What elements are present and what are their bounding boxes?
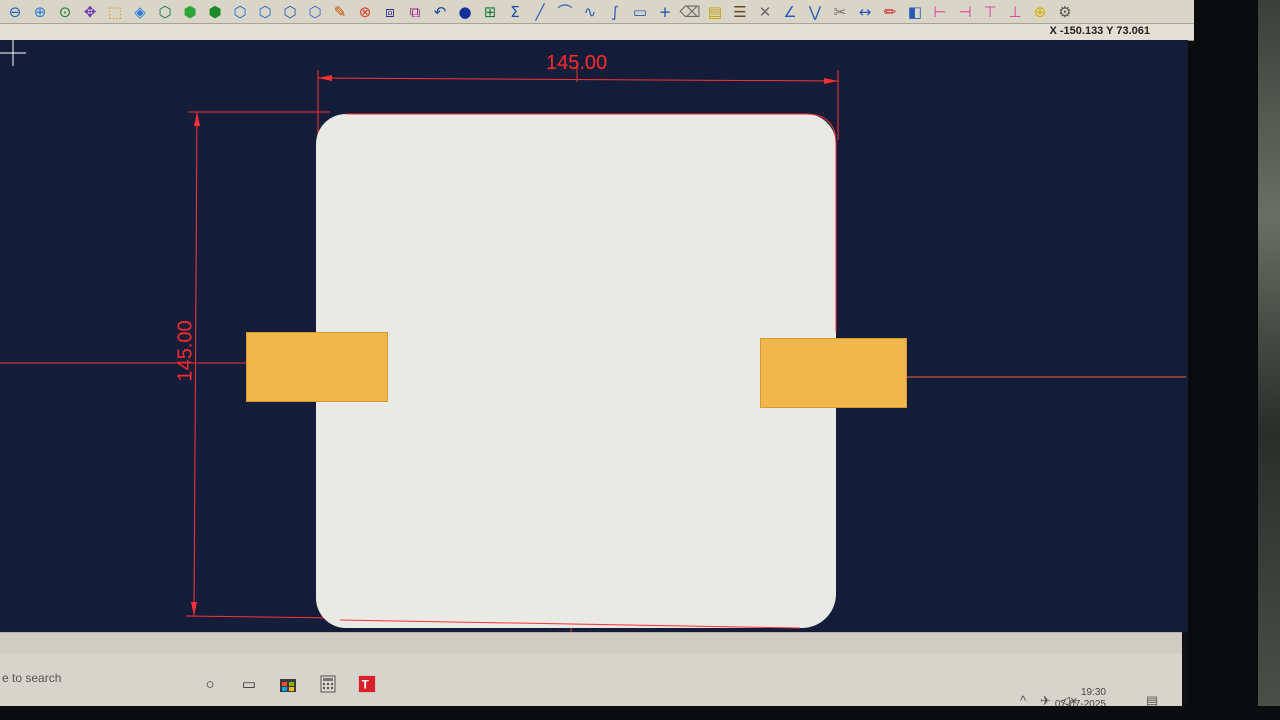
chevron-icon[interactable]: ⋁ [804,2,826,22]
pen-icon[interactable]: ✏ [879,2,901,22]
zoom-in-icon[interactable]: ⊕ [29,2,51,22]
pan-icon[interactable]: ✥ [79,2,101,22]
dimension-2-icon[interactable]: ⊣ [954,2,976,22]
angle-icon[interactable]: ∠ [779,2,801,22]
box-icon[interactable]: ▤ [704,2,726,22]
sheet-plate[interactable] [316,114,836,628]
snap-icon[interactable]: ⊗ [354,2,376,22]
cad-toolbar: ⊖ ⊕ ⊙ ✥ ⬚ ◈ ⬡ ⬢ ⬢ ⬡ ⬡ ⬡ ⬡ ✎ ⊗ ⧈ ⧉ ↶ ● ⊞ Σ ╱ ⌒ ∿ ∫ ▭ + ⌫ ▤ ☰ ✕ ∠ ⋁ ✂ ↔ ✏ ◧ ⊢ ⊣ ⊤… [0,0,1194,24]
zoom-window-icon[interactable]: ⊙ [54,2,76,22]
tab-right[interactable] [760,338,907,408]
status-strip: X -150.133 Y 73.061 [0,24,1194,41]
fill-icon[interactable]: ◧ [904,2,926,22]
height-dimension-label: 145.00 [174,320,197,382]
mirror-icon[interactable]: ⧉ [404,2,426,22]
width-dimension-label: 145.00 [546,52,608,74]
tab-left[interactable] [246,332,388,402]
arc-icon[interactable]: ⌒ [554,2,576,22]
measure-icon[interactable]: ✎ [329,2,351,22]
dimension-icon[interactable]: ⊢ [929,2,951,22]
erase-icon[interactable]: ⌫ [679,2,701,22]
cube-front-icon[interactable]: ⬡ [279,2,301,22]
dimension-3-icon[interactable]: ⊤ [979,2,1001,22]
cube-top-icon[interactable]: ⬡ [254,2,276,22]
sphere-icon[interactable]: ● [454,2,476,22]
drawing-canvas[interactable]: 145.00 145.00 [0,40,1188,632]
layers-icon[interactable]: ☰ [729,2,751,22]
monitor-bezel [1188,0,1258,720]
windows-taskbar: e to search ○ ▭ T ^ ✈ ◁× 19:30 07-07-202… [0,632,1182,710]
dimension-4-icon[interactable]: ⊥ [1004,2,1026,22]
plus-icon[interactable]: + [654,2,676,22]
spline-icon[interactable]: ∫ [604,2,626,22]
store-icon[interactable] [279,675,297,693]
undo-icon[interactable]: ↶ [429,2,451,22]
tray-time: 19:30 [1080,687,1106,698]
taskbar-reflection [0,633,1182,653]
task-view-icon[interactable]: ▭ [240,675,258,693]
rectangle-icon[interactable]: ▭ [629,2,651,22]
arrow-up-icon [194,112,200,126]
monitor-bottom-bezel [0,706,1280,720]
sum-icon[interactable]: Σ [504,2,526,22]
dim-line-horizontal [317,77,839,82]
taskbar-search[interactable]: e to search [2,671,61,685]
align-icon[interactable]: ⧈ [379,2,401,22]
dim-ext-bottom [185,615,341,619]
crosshair-icon[interactable]: ⊕ [1029,2,1051,22]
line-icon[interactable]: ╱ [529,2,551,22]
svg-text:T: T [362,679,370,692]
cube-blue-icon[interactable]: ⬡ [229,2,251,22]
trim-icon[interactable]: ✂ [829,2,851,22]
cross-icon[interactable]: ✕ [754,2,776,22]
cube-green-icon[interactable]: ⬢ [179,2,201,22]
grid-icon[interactable]: ⊞ [479,2,501,22]
cortana-icon[interactable]: ○ [201,675,219,693]
crosshair-cursor-icon [0,40,26,66]
zoom-out-icon[interactable]: ⊖ [4,2,26,22]
select-icon[interactable]: ⬚ [104,2,126,22]
arrow-right-icon [824,78,838,84]
extend-icon[interactable]: ↔ [854,2,876,22]
cube-wire-icon[interactable]: ⬡ [154,2,176,22]
arrow-down-icon [191,602,197,616]
3d-view-icon[interactable]: ◈ [129,2,151,22]
curve-icon[interactable]: ∿ [579,2,601,22]
calculator-icon[interactable] [319,675,337,693]
cube-solid-icon[interactable]: ⬢ [204,2,226,22]
cube-iso-icon[interactable]: ⬡ [304,2,326,22]
cad-app-icon[interactable]: T [358,675,376,693]
settings-icon[interactable]: ⚙ [1054,2,1076,22]
arrow-left-icon [318,75,332,81]
cursor-coordinates: X -150.133 Y 73.061 [1049,25,1150,37]
